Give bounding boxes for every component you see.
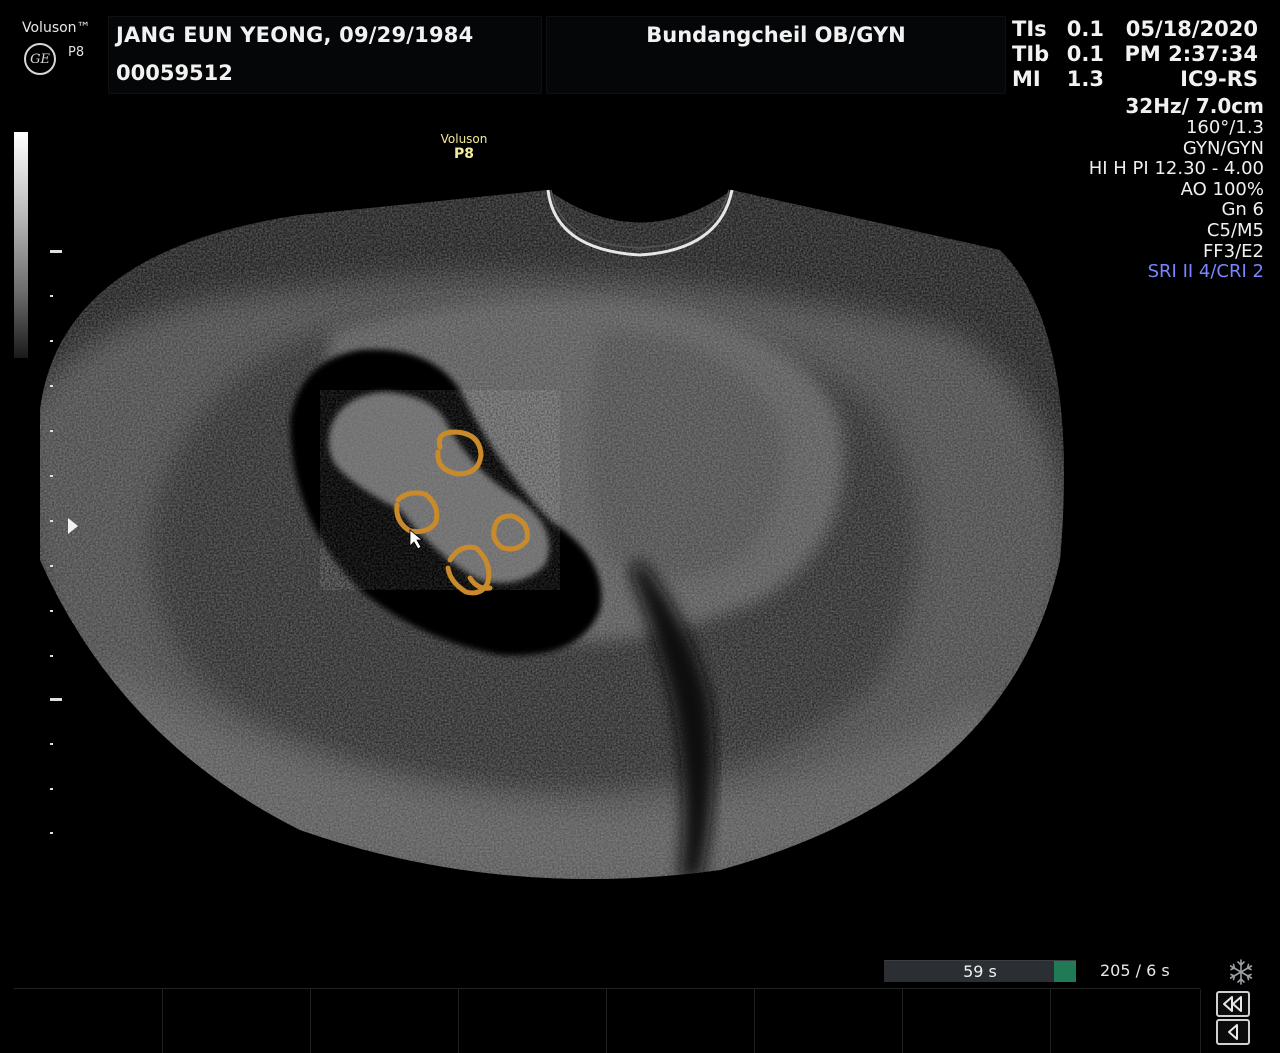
exam-date: 05/18/2020 [1125, 17, 1258, 41]
brand-name: Voluson™ [22, 20, 91, 36]
depth-tick [50, 610, 53, 612]
patient-id: 00059512 [116, 61, 233, 85]
depth-tick [50, 295, 53, 297]
ge-logo-icon: GE [24, 43, 56, 75]
param-sri: SRI II 4/CRI 2 [1147, 261, 1264, 283]
soft-key-slot[interactable] [606, 989, 755, 1053]
brand-block: Voluson™ GE P8 [14, 16, 114, 86]
header-bar: Voluson™ GE P8 JANG EUN YEONG, 09/29/198… [0, 0, 1280, 95]
prev-frame-button[interactable] [1216, 1019, 1250, 1045]
patient-info-field[interactable]: JANG EUN YEONG, 09/29/1984 00059512 [108, 16, 542, 94]
soft-key-slot[interactable] [14, 989, 163, 1053]
patient-name-dob: JANG EUN YEONG, 09/29/1984 [116, 23, 474, 47]
institution-field[interactable]: Bundangcheil OB/GYN [546, 16, 1006, 94]
depth-tick-major [50, 250, 62, 253]
safety-row-tis: TIs 0.1 [1012, 17, 1104, 42]
soft-key-slot[interactable] [902, 989, 1051, 1053]
institution-name: Bundangcheil OB/GYN [646, 23, 906, 47]
depth-tick-major [50, 698, 62, 701]
exam-time: PM 2:37:34 [1124, 42, 1258, 66]
param-acoustic-output: AO 100% [1180, 178, 1264, 200]
param-map: C5/M5 [1206, 219, 1264, 241]
depth-tick [50, 475, 53, 477]
focus-marker-icon[interactable] [68, 518, 78, 534]
soft-key-strip [14, 988, 1201, 1053]
safety-value: 0.1 [1066, 17, 1104, 41]
rewind-icon [1223, 996, 1242, 1012]
soft-key-slot[interactable] [754, 989, 903, 1053]
model-label: P8 [68, 45, 85, 60]
probe-name: IC9-RS [1180, 67, 1258, 91]
prev-frame-icon [1228, 1024, 1238, 1040]
rewind-button[interactable] [1216, 991, 1250, 1017]
param-application: GYN/GYN [1182, 137, 1264, 159]
soft-key-slot[interactable] [458, 989, 607, 1053]
depth-tick [50, 340, 53, 342]
probe-label: Voluson P8 [432, 132, 496, 162]
safety-value: 1.3 [1066, 67, 1104, 91]
param-harmonic: HI H PI 12.30 - 4.00 [1088, 158, 1264, 180]
safety-label: TIb [1012, 42, 1050, 66]
probe-label-brand: Voluson [440, 132, 488, 146]
cine-time: 59 s [963, 962, 997, 981]
cine-frames: 205 / 6 s [1100, 961, 1170, 980]
depth-tick [50, 430, 53, 432]
soft-key-slot[interactable] [162, 989, 311, 1053]
depth-tick [50, 788, 53, 790]
probe-label-model: P8 [453, 146, 474, 162]
param-angle: 160°/1.3 [1185, 117, 1264, 138]
soft-key-slot[interactable] [310, 989, 459, 1053]
datetime-block: 05/18/2020 PM 2:37:34 IC9-RS [1108, 17, 1258, 92]
param-frame-filter: FF3/E2 [1202, 240, 1264, 262]
depth-tick [50, 520, 53, 522]
safety-value: 0.1 [1066, 42, 1104, 66]
safety-row-mi: MI 1.3 [1012, 67, 1104, 92]
param-frame-depth: 32Hz/ 7.0cm [1125, 94, 1264, 118]
depth-tick [50, 385, 53, 387]
depth-tick [50, 743, 53, 745]
soft-key-slot[interactable] [1050, 989, 1201, 1053]
depth-scale [44, 240, 74, 840]
cine-progress-bar[interactable]: 59 s [884, 960, 1076, 982]
safety-indices: TIs 0.1 TIb 0.1 MI 1.3 [1012, 17, 1104, 92]
depth-tick [50, 565, 53, 567]
imaging-parameters: 32Hz/ 7.0cm 160°/1.3 GYN/GYN HI H PI 12.… [1089, 95, 1264, 283]
depth-tick [50, 655, 53, 657]
safety-label: MI [1012, 67, 1041, 91]
param-gain: Gn 6 [1221, 199, 1264, 221]
depth-tick [50, 832, 53, 834]
grayscale-bar [14, 132, 28, 358]
safety-label: TIs [1012, 17, 1047, 41]
ultrasound-screen: Voluson™ GE P8 JANG EUN YEONG, 09/29/198… [0, 0, 1280, 1053]
snowflake-icon[interactable] [1226, 957, 1256, 987]
safety-row-tib: TIb 0.1 [1012, 42, 1104, 67]
